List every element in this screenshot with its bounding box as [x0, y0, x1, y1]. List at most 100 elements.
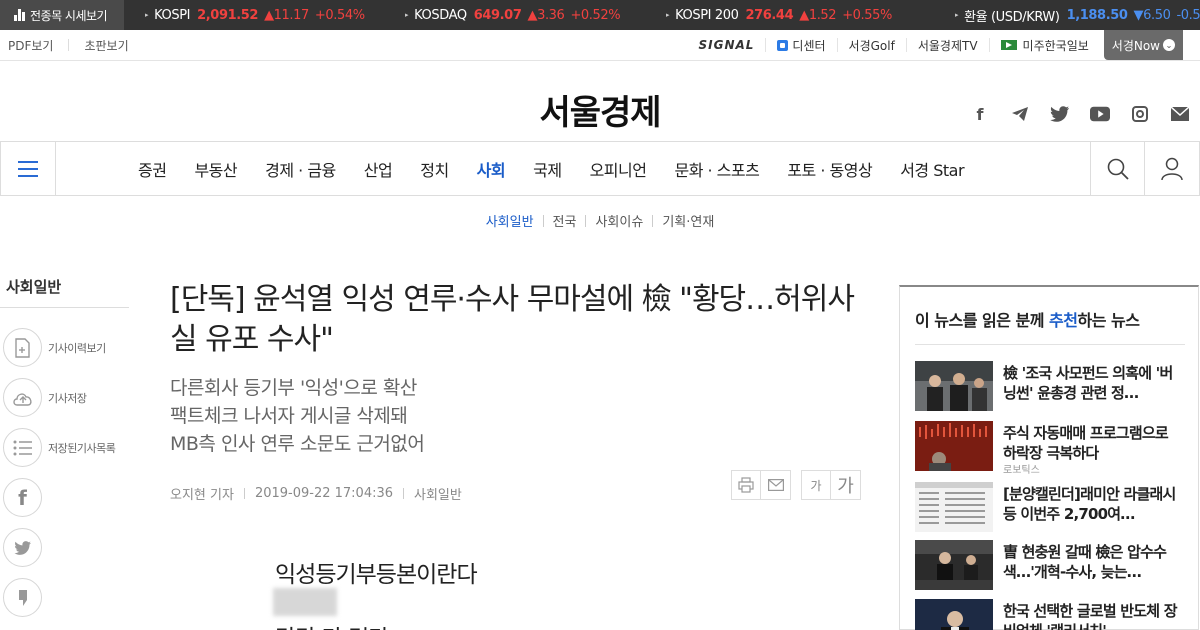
nav-item-economy[interactable]: 경제 · 금융: [251, 157, 350, 181]
article-image: 익성등기부등본이란다 탄탄 다 털다: [259, 545, 589, 630]
kakao-story-icon: [3, 578, 42, 617]
dcenter-link[interactable]: 디센터: [765, 38, 836, 53]
print-icon[interactable]: [731, 470, 761, 500]
pdf-view-link[interactable]: PDF보기: [8, 37, 53, 54]
save-label: 기사저장: [48, 391, 87, 405]
news-thumbnail: [915, 599, 993, 630]
telegram-icon[interactable]: [1010, 104, 1030, 124]
cloud-upload-icon: [3, 378, 42, 417]
main-nav-bar: 증권 부동산 경제 · 금융 산업 정치 사회 국제 오피니언 문화 · 스포츠…: [0, 141, 1200, 196]
ticker-pct: -0.54%: [1176, 7, 1200, 23]
search-icon[interactable]: [1090, 142, 1144, 195]
subtitle-line: 팩트체크 나서자 게시글 삭제돼: [170, 405, 408, 427]
bullet-icon: ▸: [955, 11, 959, 19]
nav-item-international[interactable]: 국제: [519, 157, 575, 181]
ticker-item-kospi200[interactable]: ▸ KOSPI 200 276.44 ▲ 1.52 +0.55%: [666, 0, 892, 30]
twitter-icon: [3, 528, 42, 567]
ticker-name: KOSPI: [154, 7, 191, 23]
ticker-value: 649.07: [473, 7, 522, 23]
news-item[interactable]: [분양캘린더]래미안 라클래시 등 이번주 2,700여…: [915, 482, 1185, 532]
font-larger-button[interactable]: 가: [831, 470, 861, 500]
us-edition-label: 미주한국일보: [1022, 38, 1089, 53]
utility-bar: PDF보기 초판보기 SIGNAL 디센터 서경Golf 서울경제TV 미주한국…: [0, 30, 1200, 61]
news-thumbnail: [915, 421, 993, 471]
subnav-general[interactable]: 사회일반: [486, 211, 534, 230]
nav-item-stocks[interactable]: 증권: [124, 157, 180, 181]
nav-item-opinion[interactable]: 오피니언: [576, 157, 661, 181]
divider: [403, 488, 405, 499]
facebook-icon: f: [3, 478, 42, 517]
sk-now-button[interactable]: 서경Now ⌄: [1103, 30, 1183, 60]
author-name[interactable]: 오지현 기자: [170, 484, 234, 503]
news-item[interactable]: 曺 현충원 갈때 檢은 압수수색…'개혁-수사, 늦는…: [915, 540, 1185, 590]
nav-item-politics[interactable]: 정치: [406, 157, 462, 181]
ticker-item-usdkrw[interactable]: ▸ 환율 (USD/KRW) 1,188.50 ▼ 6.50 -0.54%: [955, 0, 1200, 30]
hamburger-menu-icon[interactable]: [0, 142, 56, 195]
saved-list-button[interactable]: 저장된기사목록: [3, 428, 116, 467]
nav-item-society[interactable]: 사회: [463, 157, 519, 181]
nav-item-real-estate[interactable]: 부동산: [180, 157, 251, 181]
ticker-change: 11.17: [273, 7, 310, 23]
all-quotes-link[interactable]: 전종목 시세보기: [0, 0, 124, 30]
subnav-nationwide[interactable]: 전국: [553, 211, 577, 230]
news-source: 로보틱스: [1003, 465, 1040, 476]
divider: [68, 39, 70, 51]
save-article-button[interactable]: 기사저장: [3, 378, 115, 417]
share-twitter-button[interactable]: [3, 528, 115, 567]
tv-link[interactable]: 서울경제TV: [905, 38, 989, 53]
subnav-features[interactable]: 기획·연재: [662, 211, 714, 230]
sub-nav: 사회일반 전국 사회이슈 기획·연재: [0, 211, 1200, 230]
twitter-icon[interactable]: [1050, 104, 1070, 124]
golf-link[interactable]: 서경Golf: [836, 38, 906, 53]
up-arrow-icon: ▲: [799, 7, 809, 23]
panel-title: 이 뉴스를 읽은 분께 추천하는 뉴스: [915, 311, 1140, 330]
share-kakao-button[interactable]: [3, 578, 115, 617]
all-quotes-label: 전종목 시세보기: [30, 8, 108, 23]
signal-link[interactable]: SIGNAL: [687, 38, 765, 52]
up-arrow-icon: ▲: [264, 7, 274, 23]
news-item[interactable]: 檢 '조국 사모펀드 의혹에 '버닝썬' 윤총경 관련 정…: [915, 361, 1185, 411]
news-item[interactable]: 한국 선택한 글로벌 반도체 장비업체 '램리서치': [915, 599, 1185, 630]
sk-now-label: 서경Now: [1111, 38, 1160, 53]
ticker-item-kosdaq[interactable]: ▸ KOSDAQ 649.07 ▲ 3.36 +0.52%: [405, 0, 621, 30]
image-text: 탄탄 다 털다: [275, 619, 389, 630]
user-icon[interactable]: [1144, 142, 1200, 195]
history-button[interactable]: 기사이력보기: [3, 328, 115, 367]
bullet-icon: ▸: [405, 11, 409, 19]
news-item[interactable]: 주식 자동매매 프로그램으로 하락장 극복하다 로보틱스: [915, 421, 1185, 476]
nav-item-culture-sports[interactable]: 문화 · 스포츠: [660, 157, 773, 181]
youtube-icon[interactable]: [1090, 104, 1110, 124]
document-add-icon: [3, 328, 42, 367]
divider: [542, 214, 544, 227]
list-icon: [3, 428, 42, 467]
news-title: [분양캘린더]래미안 라클래시 등 이번주 2,700여…: [1003, 485, 1176, 523]
nav-item-industry[interactable]: 산업: [350, 157, 406, 181]
divider: [915, 344, 1185, 345]
nav-item-photo-video[interactable]: 포토 · 동영상: [773, 157, 886, 181]
article-tool-rail: 기사이력보기 기사저장 저장된기사목록 f: [3, 328, 116, 628]
first-edition-link[interactable]: 초판보기: [84, 37, 128, 54]
us-edition-link[interactable]: 미주한국일보: [988, 38, 1100, 53]
article-section[interactable]: 사회일반: [414, 484, 462, 503]
article-header: [단독] 윤석열 익성 연루·수사 무마설에 檢 "황당…허위사실 유포 수사"…: [170, 280, 860, 458]
mail-icon[interactable]: [1170, 104, 1190, 124]
main-nav: 증권 부동산 경제 · 금융 산업 정치 사회 국제 오피니언 문화 · 스포츠…: [124, 142, 978, 195]
subnav-issues[interactable]: 사회이슈: [595, 211, 643, 230]
saved-list-label: 저장된기사목록: [48, 441, 116, 455]
facebook-icon[interactable]: f: [970, 104, 990, 124]
news-title: 檢 '조국 사모펀드 의혹에 '버닝썬' 윤총경 관련 정…: [1003, 364, 1173, 402]
email-icon[interactable]: [761, 470, 791, 500]
ticker-pct: +0.55%: [842, 7, 892, 23]
divider: [652, 214, 654, 227]
news-thumbnail: [915, 361, 993, 411]
article-tools: 가 가: [731, 470, 861, 500]
ticker-item-kospi[interactable]: ▸ KOSPI 2,091.52 ▲ 11.17 +0.54%: [145, 0, 365, 30]
instagram-icon[interactable]: [1130, 104, 1150, 124]
ticker-value: 1,188.50: [1066, 7, 1128, 23]
nav-item-sk-star[interactable]: 서경 Star: [886, 157, 978, 181]
share-facebook-button[interactable]: f: [3, 478, 115, 517]
font-smaller-button[interactable]: 가: [801, 470, 831, 500]
ticker-change: 1.52: [808, 7, 837, 23]
ticker-value: 2,091.52: [197, 7, 259, 23]
ticker-change: 3.36: [537, 7, 565, 23]
